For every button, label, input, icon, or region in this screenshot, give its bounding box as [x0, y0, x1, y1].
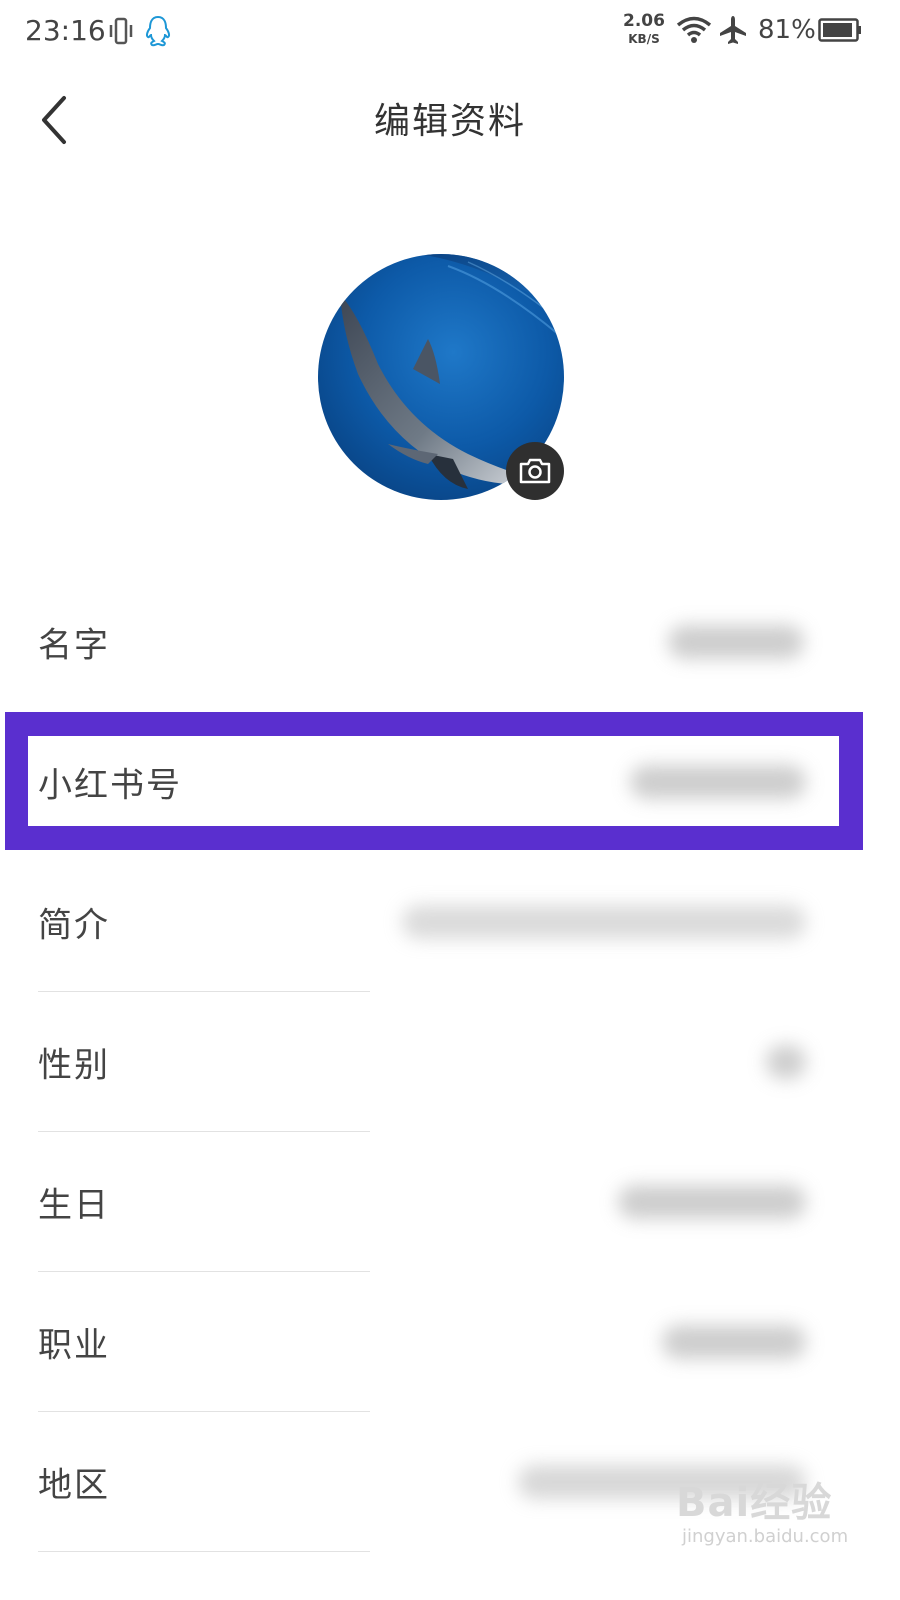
network-speed: 2.06 KB/S	[622, 12, 666, 48]
battery-icon	[818, 18, 861, 42]
row-gender[interactable]: 性别	[0, 992, 900, 1132]
row-label-name: 名字	[38, 625, 110, 666]
row-occupation[interactable]: 职业	[0, 1272, 900, 1412]
watermark-main: Bai经验	[676, 1480, 833, 1526]
row-label-gender: 性别	[38, 1045, 110, 1086]
row-value-gender-blurred	[766, 1045, 806, 1079]
row-name[interactable]: 名字	[0, 572, 900, 712]
divider	[38, 1551, 370, 1552]
network-speed-unit: KB/S	[628, 32, 660, 46]
qq-icon	[145, 15, 171, 47]
baidu-watermark: Bai经验 jingyan.baidu.com	[676, 1470, 876, 1570]
row-label-xiaohongshu-id: 小红书号	[38, 765, 182, 806]
page-title: 编辑资料	[373, 101, 526, 142]
row-label-birthday: 生日	[38, 1185, 110, 1226]
row-value-name-blurred	[668, 625, 804, 659]
airplane-icon	[720, 16, 746, 44]
row-xiaohongshu-id[interactable]: 小红书号	[0, 712, 900, 852]
status-time: 23:16	[25, 14, 106, 47]
camera-button[interactable]	[506, 442, 564, 500]
row-label-bio: 简介	[38, 905, 110, 946]
watermark-sub: jingyan.baidu.com	[682, 1526, 849, 1547]
header-bar: 编辑资料	[0, 64, 900, 174]
status-bar: 23:16 2.06 KB/S 81%	[0, 0, 900, 64]
row-label-region: 地区	[38, 1465, 110, 1506]
row-value-id-blurred	[630, 765, 806, 799]
row-value-occupation-blurred	[662, 1325, 806, 1359]
row-label-occupation: 职业	[38, 1325, 110, 1366]
network-speed-value: 2.06	[623, 11, 665, 31]
battery-percent: 81%	[758, 15, 816, 45]
camera-icon	[519, 458, 551, 484]
wifi-icon	[676, 16, 712, 43]
row-value-bio-blurred	[402, 905, 806, 939]
vibrate-icon	[109, 17, 133, 45]
row-birthday[interactable]: 生日	[0, 1132, 900, 1272]
row-bio[interactable]: 简介	[0, 852, 900, 992]
row-value-birthday-blurred	[618, 1185, 806, 1219]
